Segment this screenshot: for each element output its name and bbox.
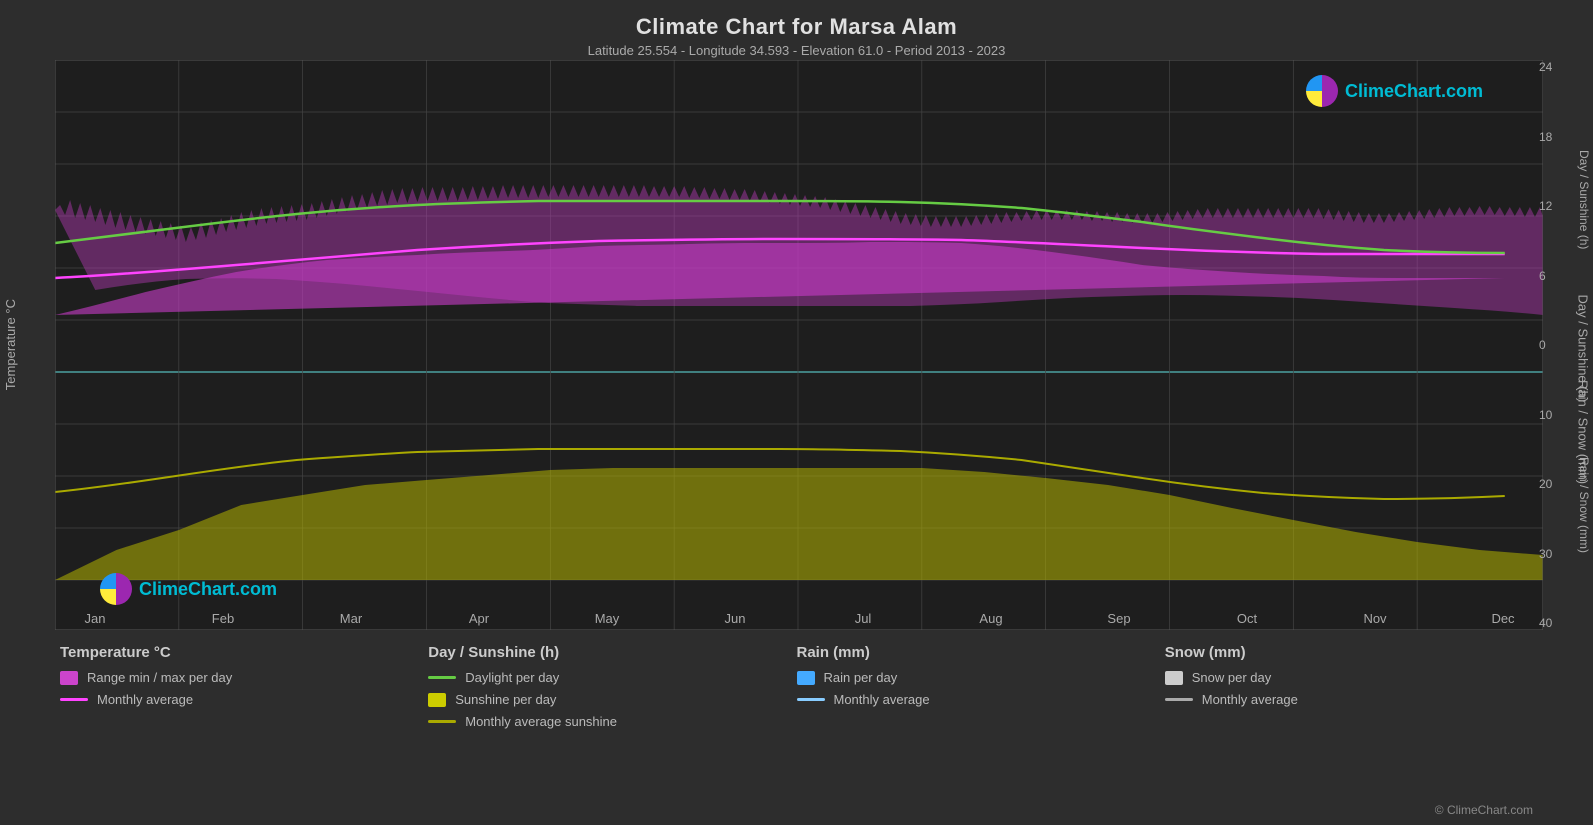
y-right-tick-24: 24 bbox=[1539, 60, 1552, 74]
legend-daylight-label: Daylight per day bbox=[465, 670, 559, 685]
copyright: © ClimeChart.com bbox=[1435, 803, 1533, 817]
legend-temp-avg-label: Monthly average bbox=[97, 692, 193, 707]
x-label-jun: Jun bbox=[695, 611, 775, 626]
legend-temp-range-label: Range min / max per day bbox=[87, 670, 232, 685]
main-container: Climate Chart for Marsa Alam Latitude 25… bbox=[0, 0, 1593, 825]
legend-snow-avg-line bbox=[1165, 698, 1193, 701]
legend-temp-range: Range min / max per day bbox=[60, 670, 418, 685]
legend-rain-avg-label: Monthly average bbox=[834, 692, 930, 707]
watermark-top-right: ClimeChart.com bbox=[1306, 75, 1483, 107]
logo-icon-bottom bbox=[100, 573, 132, 605]
legend-rain-swatch bbox=[797, 671, 815, 685]
chart-svg: 50 40 30 20 10 0 -10 -20 -30 -40 -50 24 … bbox=[55, 60, 1543, 630]
logo-icon-top bbox=[1306, 75, 1338, 107]
chart-subtitle: Latitude 25.554 - Longitude 34.593 - Ele… bbox=[0, 43, 1593, 58]
legend-group-snow: Snow (mm) Snow per day Monthly average bbox=[1165, 644, 1533, 815]
y-right-tick-6: 6 bbox=[1539, 269, 1546, 283]
legend-daylight: Daylight per day bbox=[428, 670, 786, 685]
legend-row: Temperature °C Range min / max per day M… bbox=[60, 644, 1533, 815]
legend-rain-title: Rain (mm) bbox=[797, 644, 1155, 661]
x-label-mar: Mar bbox=[311, 611, 391, 626]
legend-sunshine-avg-label: Monthly average sunshine bbox=[465, 714, 617, 729]
legend-snow-label: Snow per day bbox=[1192, 670, 1272, 685]
legend-temp-avg-line bbox=[60, 698, 88, 701]
legend-sunshine-label: Sunshine per day bbox=[455, 692, 556, 707]
chart-title: Climate Chart for Marsa Alam bbox=[0, 0, 1593, 40]
legend-temp-range-swatch bbox=[60, 671, 78, 685]
x-label-nov: Nov bbox=[1335, 611, 1415, 626]
x-label-sep: Sep bbox=[1079, 611, 1159, 626]
legend-rain-avg-line bbox=[797, 698, 825, 701]
legend-temp-title: Temperature °C bbox=[60, 644, 418, 661]
legend-snow-monthly: Monthly average bbox=[1165, 692, 1523, 707]
y-right-tick-10: 10 bbox=[1539, 408, 1552, 422]
x-label-dec: Dec bbox=[1463, 611, 1543, 626]
legend-snow-title: Snow (mm) bbox=[1165, 644, 1523, 661]
legend-rain-monthly: Monthly average bbox=[797, 692, 1155, 707]
legend-sunshine-avg-line bbox=[428, 720, 456, 723]
x-label-apr: Apr bbox=[439, 611, 519, 626]
y-axis-left-label: Temperature °C bbox=[3, 299, 18, 390]
x-label-may: May bbox=[567, 611, 647, 626]
x-label-jul: Jul bbox=[823, 611, 903, 626]
watermark-text-top: ClimeChart.com bbox=[1345, 81, 1483, 102]
y-right-tick-20: 20 bbox=[1539, 477, 1552, 491]
legend-area: Temperature °C Range min / max per day M… bbox=[0, 630, 1593, 825]
legend-daylight-line bbox=[428, 676, 456, 679]
legend-sunshine-day: Sunshine per day bbox=[428, 692, 786, 707]
legend-rain-label: Rain per day bbox=[824, 670, 898, 685]
legend-snow-day: Snow per day bbox=[1165, 670, 1523, 685]
legend-temp-monthly: Monthly average bbox=[60, 692, 418, 707]
y-right-tick-0: 0 bbox=[1539, 338, 1546, 352]
x-label-oct: Oct bbox=[1207, 611, 1287, 626]
legend-group-rain: Rain (mm) Rain per day Monthly average bbox=[797, 644, 1165, 815]
y-axis-left-container: Temperature °C bbox=[0, 60, 20, 630]
y-right-tick-40: 40 bbox=[1539, 616, 1552, 630]
legend-group-temperature: Temperature °C Range min / max per day M… bbox=[60, 644, 428, 815]
y-right-tick-30: 30 bbox=[1539, 547, 1552, 561]
y-right-tick-12: 12 bbox=[1539, 199, 1552, 213]
legend-group-sunshine: Day / Sunshine (h) Daylight per day Suns… bbox=[428, 644, 796, 815]
x-label-jan: Jan bbox=[55, 611, 135, 626]
legend-sunshine-title: Day / Sunshine (h) bbox=[428, 644, 786, 661]
watermark-text-bottom: ClimeChart.com bbox=[139, 579, 277, 600]
y-right-label-sunshine: Day / Sunshine (h) bbox=[1575, 60, 1593, 340]
x-label-feb: Feb bbox=[183, 611, 263, 626]
legend-snow-avg-label: Monthly average bbox=[1202, 692, 1298, 707]
legend-sunshine-avg: Monthly average sunshine bbox=[428, 714, 786, 729]
x-label-aug: Aug bbox=[951, 611, 1031, 626]
legend-sunshine-swatch bbox=[428, 693, 446, 707]
legend-snow-swatch bbox=[1165, 671, 1183, 685]
legend-rain-day: Rain per day bbox=[797, 670, 1155, 685]
watermark-bottom-left: ClimeChart.com bbox=[100, 573, 277, 605]
y-right-tick-18: 18 bbox=[1539, 130, 1552, 144]
y-right-label-rain: Rain / Snow (mm) bbox=[1575, 415, 1593, 595]
